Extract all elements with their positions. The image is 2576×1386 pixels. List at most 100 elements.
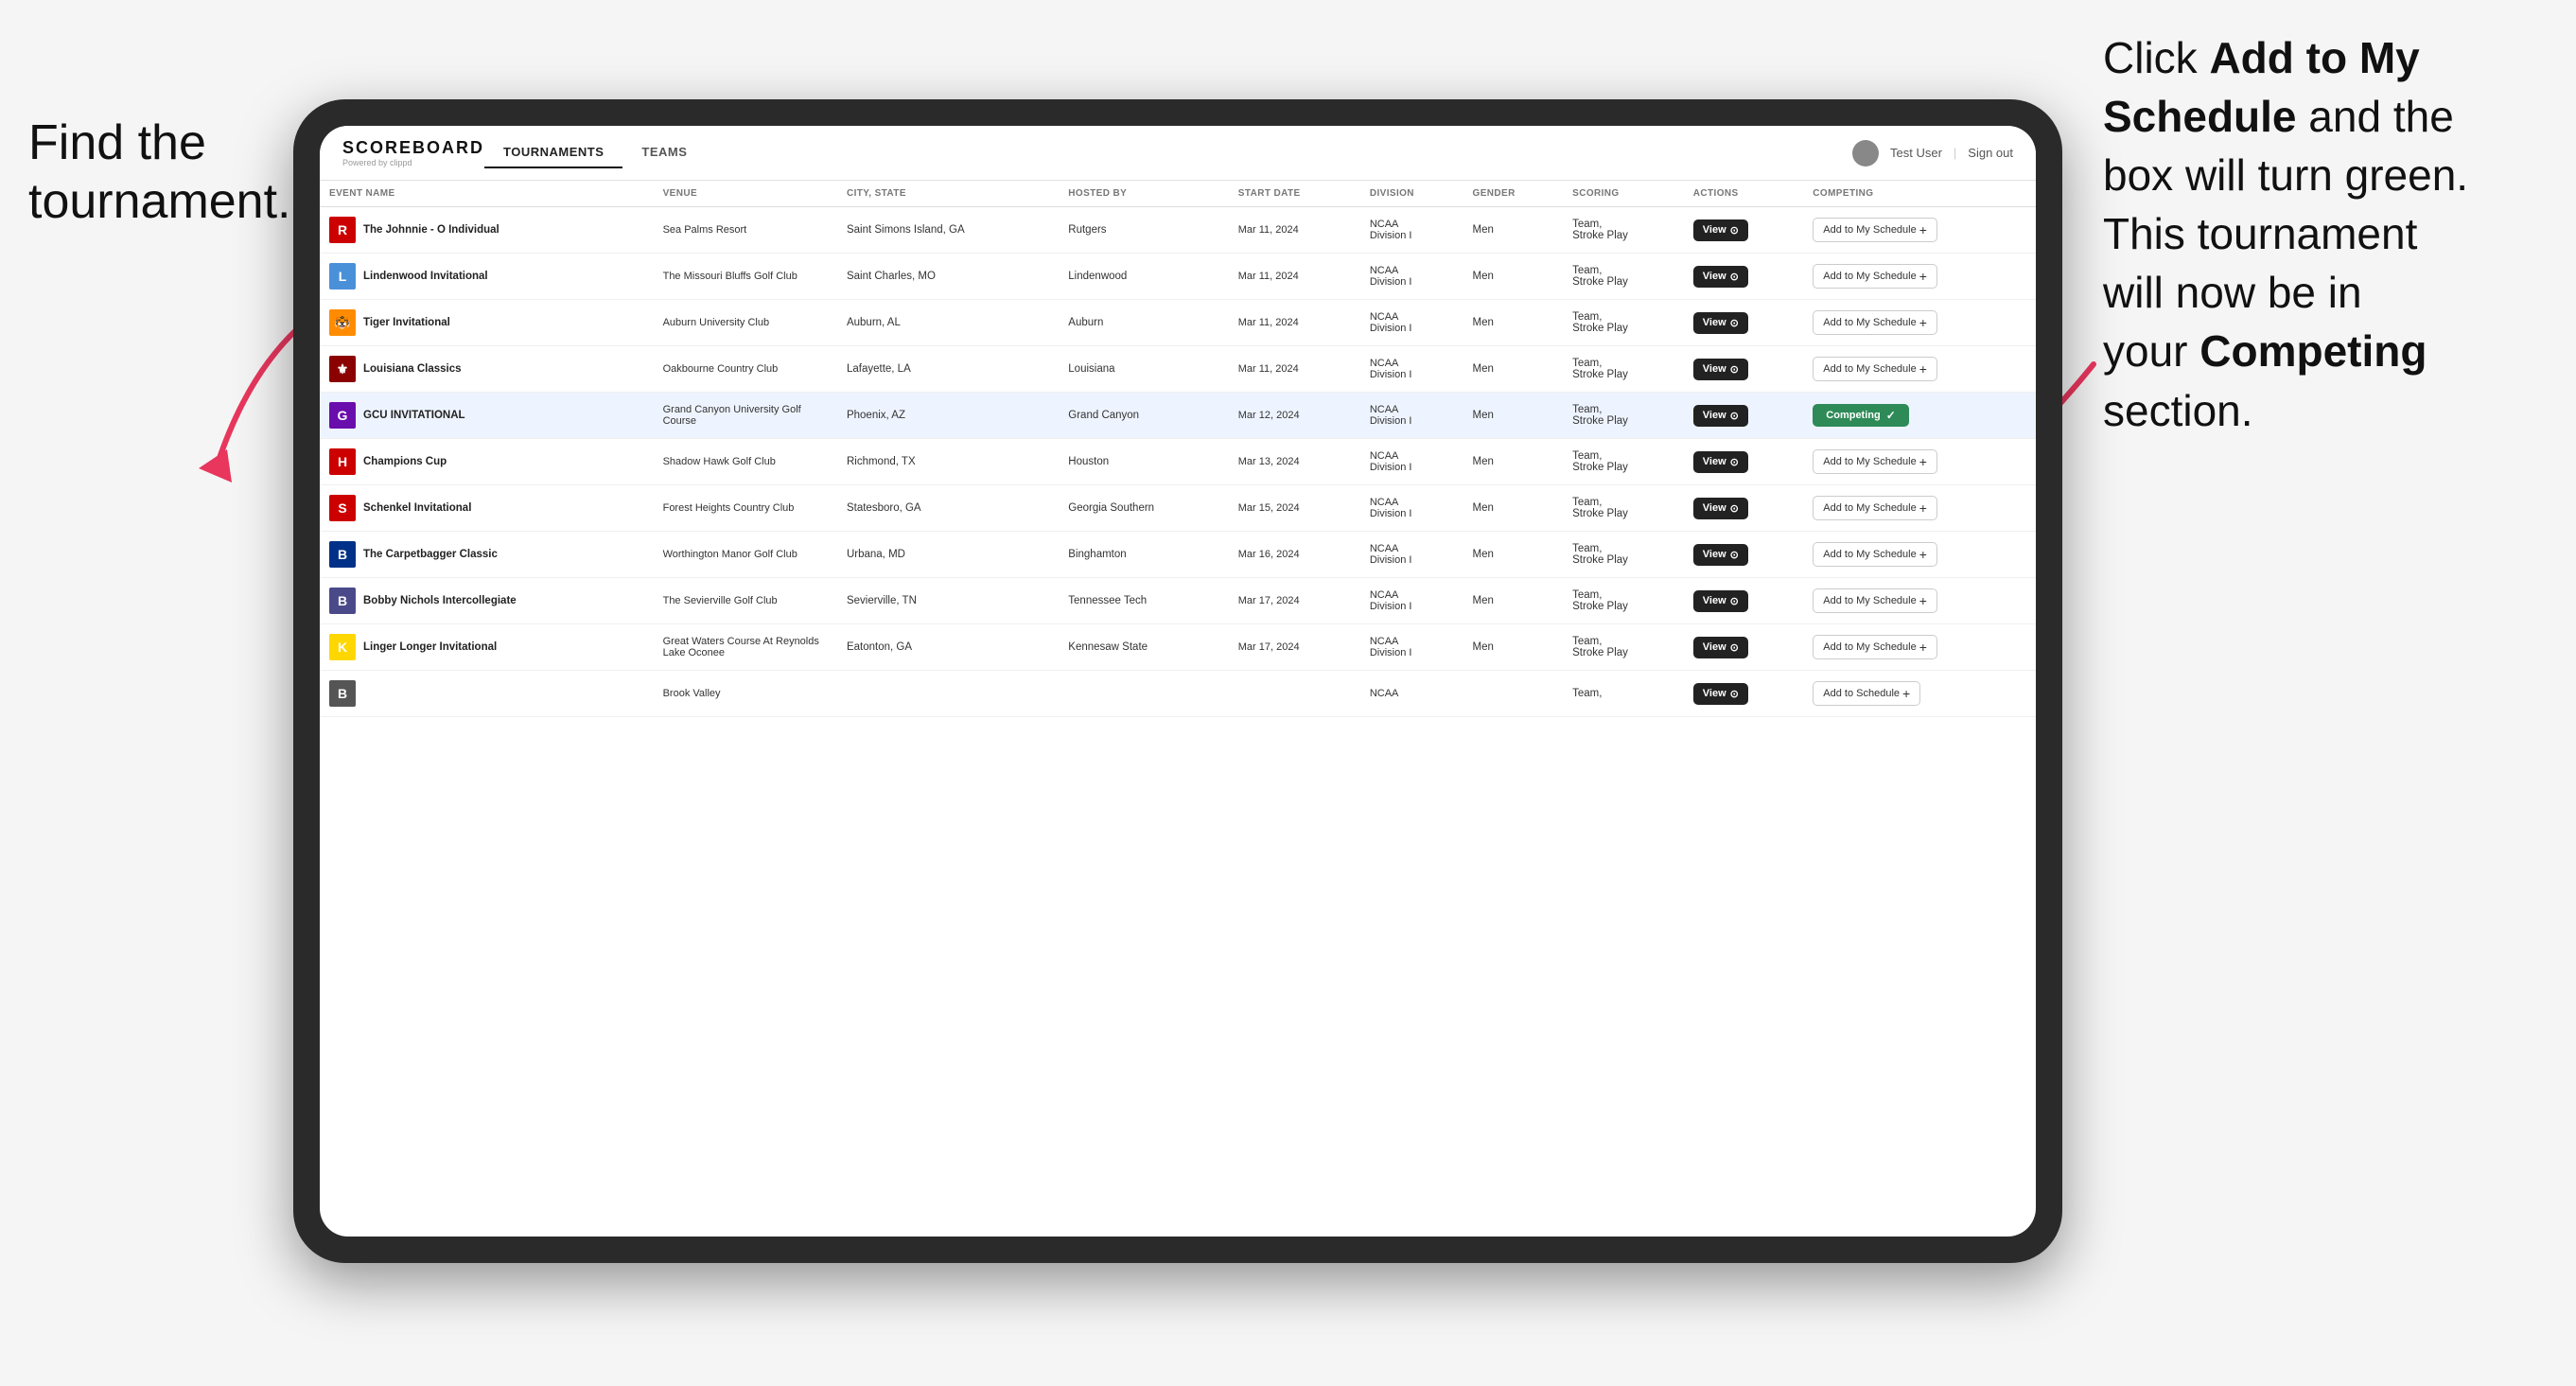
view-button[interactable]: View ⊙: [1693, 266, 1748, 288]
table-row: B Brook ValleyNCAATeam,View ⊙Add to Sche…: [320, 671, 2036, 717]
event-name-text: Bobby Nichols Intercollegiate: [363, 595, 517, 606]
add-schedule-button[interactable]: Add to My Schedule +: [1813, 635, 1937, 659]
scoring-cell: Team,Stroke Play: [1563, 346, 1684, 393]
date-cell: Mar 11, 2024: [1229, 207, 1360, 254]
view-button[interactable]: View ⊙: [1693, 451, 1748, 473]
logo-text: SCOREBOARD: [342, 138, 484, 158]
city-cell: [837, 671, 1059, 717]
add-schedule-button[interactable]: Add to My Schedule +: [1813, 310, 1937, 335]
table-row: B The Carpetbagger Classic Worthington M…: [320, 532, 2036, 578]
actions-cell: View ⊙: [1684, 300, 1804, 346]
division-cell: NCAADivision I: [1360, 254, 1463, 300]
competing-cell: Add to My Schedule +: [1803, 578, 2036, 624]
division-cell: NCAADivision I: [1360, 532, 1463, 578]
event-name-text: The Johnnie - O Individual: [363, 224, 499, 236]
team-logo: H: [329, 448, 356, 475]
plus-icon: +: [1919, 362, 1927, 376]
host-cell: Binghamton: [1059, 532, 1228, 578]
team-logo: R: [329, 217, 356, 243]
gender-cell: Men: [1463, 393, 1564, 439]
event-name-text: Champions Cup: [363, 456, 447, 467]
division-cell: NCAA: [1360, 671, 1463, 717]
user-avatar: [1852, 140, 1879, 167]
event-name-cell: S Schenkel Invitational: [320, 485, 654, 532]
plus-icon: +: [1919, 548, 1927, 561]
tablet-screen: SCOREBOARD Powered by clippd TOURNAMENTS…: [320, 126, 2036, 1237]
plus-icon: +: [1919, 455, 1927, 468]
host-cell: [1059, 671, 1228, 717]
view-button[interactable]: View ⊙: [1693, 637, 1748, 658]
app-header: SCOREBOARD Powered by clippd TOURNAMENTS…: [320, 126, 2036, 181]
tab-teams[interactable]: TEAMS: [622, 137, 706, 168]
competing-button[interactable]: Competing ✓: [1813, 404, 1909, 427]
competing-cell: Add to Schedule +: [1803, 671, 2036, 717]
table-row: B Bobby Nichols Intercollegiate The Sevi…: [320, 578, 2036, 624]
division-cell: NCAADivision I: [1360, 439, 1463, 485]
plus-icon: +: [1919, 270, 1927, 283]
add-schedule-button[interactable]: Add to My Schedule +: [1813, 496, 1937, 520]
tab-tournaments[interactable]: TOURNAMENTS: [484, 137, 622, 168]
add-schedule-button[interactable]: Add to My Schedule +: [1813, 264, 1937, 289]
add-schedule-button[interactable]: Add to My Schedule +: [1813, 218, 1937, 242]
eye-icon: ⊙: [1730, 688, 1739, 700]
event-name-text: Tiger Invitational: [363, 317, 450, 328]
table-row: K Linger Longer Invitational Great Water…: [320, 624, 2036, 671]
event-name-cell: L Lindenwood Invitational: [320, 254, 654, 300]
add-schedule-button[interactable]: Add to Schedule +: [1813, 681, 1920, 706]
view-button[interactable]: View ⊙: [1693, 219, 1748, 241]
tournaments-table: EVENT NAME VENUE CITY, STATE HOSTED BY S…: [320, 181, 2036, 717]
scoring-cell: Team,Stroke Play: [1563, 393, 1684, 439]
table-container: EVENT NAME VENUE CITY, STATE HOSTED BY S…: [320, 181, 2036, 1237]
col-venue: VENUE: [654, 181, 837, 207]
add-schedule-button[interactable]: Add to My Schedule +: [1813, 357, 1937, 381]
event-name-cell: B Bobby Nichols Intercollegiate: [320, 578, 654, 624]
event-name-text: Louisiana Classics: [363, 363, 462, 375]
scoring-cell: Team,Stroke Play: [1563, 578, 1684, 624]
scoring-cell: Team,Stroke Play: [1563, 254, 1684, 300]
venue-cell: The Missouri Bluffs Golf Club: [654, 254, 837, 300]
date-cell: Mar 17, 2024: [1229, 578, 1360, 624]
venue-cell: Sea Palms Resort: [654, 207, 837, 254]
host-cell: Kennesaw State: [1059, 624, 1228, 671]
team-logo: G: [329, 402, 356, 429]
add-schedule-button[interactable]: Add to My Schedule +: [1813, 588, 1937, 613]
view-button[interactable]: View ⊙: [1693, 544, 1748, 566]
add-schedule-button[interactable]: Add to My Schedule +: [1813, 542, 1937, 567]
col-city-state: CITY, STATE: [837, 181, 1059, 207]
logo-subtext: Powered by clippd: [342, 158, 484, 167]
plus-icon: +: [1902, 687, 1910, 700]
gender-cell: Men: [1463, 207, 1564, 254]
view-button[interactable]: View ⊙: [1693, 405, 1748, 427]
view-button[interactable]: View ⊙: [1693, 312, 1748, 334]
host-cell: Georgia Southern: [1059, 485, 1228, 532]
col-start-date: START DATE: [1229, 181, 1360, 207]
col-division: DIVISION: [1360, 181, 1463, 207]
annotation-left: Find the tournament.: [28, 114, 293, 232]
team-logo: B: [329, 588, 356, 614]
view-button[interactable]: View ⊙: [1693, 498, 1748, 519]
event-name-text: Lindenwood Invitational: [363, 271, 488, 282]
date-cell: Mar 11, 2024: [1229, 346, 1360, 393]
actions-cell: View ⊙: [1684, 254, 1804, 300]
event-name-cell: B: [320, 671, 654, 717]
division-cell: NCAADivision I: [1360, 346, 1463, 393]
venue-cell: Oakbourne Country Club: [654, 346, 837, 393]
sign-out-link[interactable]: Sign out: [1968, 146, 2013, 160]
view-button[interactable]: View ⊙: [1693, 683, 1748, 705]
plus-icon: +: [1919, 640, 1927, 654]
gender-cell: Men: [1463, 485, 1564, 532]
date-cell: Mar 13, 2024: [1229, 439, 1360, 485]
eye-icon: ⊙: [1730, 317, 1739, 329]
view-button[interactable]: View ⊙: [1693, 359, 1748, 380]
city-cell: Auburn, AL: [837, 300, 1059, 346]
event-name-text: GCU INVITATIONAL: [363, 410, 465, 421]
scoring-cell: Team,Stroke Play: [1563, 207, 1684, 254]
col-scoring: SCORING: [1563, 181, 1684, 207]
add-schedule-button[interactable]: Add to My Schedule +: [1813, 449, 1937, 474]
scoring-cell: Team,Stroke Play: [1563, 624, 1684, 671]
view-button[interactable]: View ⊙: [1693, 590, 1748, 612]
scoreboard-logo: SCOREBOARD Powered by clippd: [342, 138, 484, 167]
col-gender: GENDER: [1463, 181, 1564, 207]
gender-cell: Men: [1463, 532, 1564, 578]
gender-cell: Men: [1463, 624, 1564, 671]
